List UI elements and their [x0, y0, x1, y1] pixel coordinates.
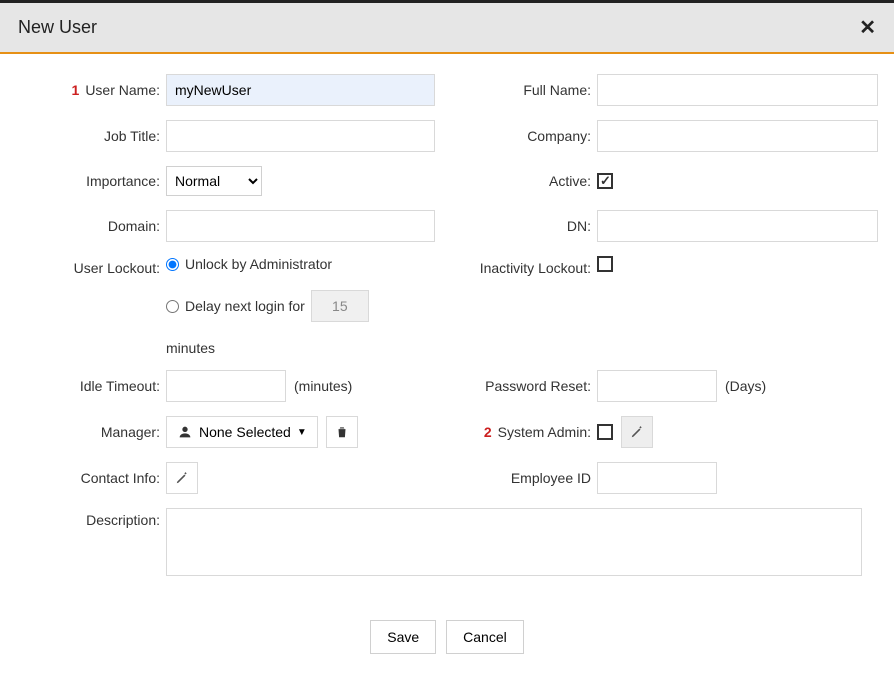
callout-1: 1 [72, 82, 80, 98]
form-area: 1 User Name: Full Name: Job Title: Compa… [0, 54, 894, 600]
delay-minutes-input[interactable] [311, 290, 369, 322]
label-idle-timeout: Idle Timeout: [16, 378, 166, 394]
label-employee-id: Employee ID [447, 470, 597, 486]
delay-login-suffix: minutes [166, 340, 215, 356]
dialog-title: New User [18, 17, 97, 38]
contact-info-edit-button[interactable] [166, 462, 198, 494]
label-importance: Importance: [16, 173, 166, 189]
pencil-icon [630, 425, 644, 439]
dn-input[interactable] [597, 210, 878, 242]
label-user-name: 1 User Name: [16, 82, 166, 98]
unlock-by-admin-label: Unlock by Administrator [185, 256, 332, 272]
password-reset-suffix: (Days) [725, 378, 766, 394]
domain-input[interactable] [166, 210, 435, 242]
caret-down-icon: ▼ [297, 427, 307, 438]
manager-clear-button[interactable] [326, 416, 358, 448]
description-textarea[interactable] [166, 508, 862, 576]
job-title-input[interactable] [166, 120, 435, 152]
close-button[interactable]: ✕ [859, 15, 876, 40]
label-active: Active: [447, 173, 597, 189]
label-password-reset: Password Reset: [447, 378, 597, 394]
label-company: Company: [447, 128, 597, 144]
cancel-button[interactable]: Cancel [446, 620, 524, 654]
importance-select[interactable]: Normal [166, 166, 262, 196]
manager-selected-label: None Selected [199, 424, 291, 440]
label-description: Description: [16, 508, 166, 528]
label-dn: DN: [447, 218, 597, 234]
delay-login-prefix: Delay next login for [185, 298, 305, 314]
user-name-input[interactable] [166, 74, 435, 106]
callout-2: 2 [484, 424, 492, 440]
inactivity-lockout-checkbox[interactable] [597, 256, 613, 272]
company-input[interactable] [597, 120, 878, 152]
label-domain: Domain: [16, 218, 166, 234]
unlock-by-admin-radio[interactable] [166, 258, 179, 271]
trash-icon [335, 425, 349, 439]
label-job-title: Job Title: [16, 128, 166, 144]
label-system-admin: 2 System Admin: [447, 424, 597, 440]
close-icon: ✕ [859, 17, 876, 39]
label-user-lockout: User Lockout: [16, 256, 166, 276]
pencil-icon [175, 471, 189, 485]
idle-timeout-input[interactable] [166, 370, 286, 402]
label-manager: Manager: [16, 424, 166, 440]
label-inactivity-lockout: Inactivity Lockout: [447, 256, 597, 276]
active-checkbox[interactable] [597, 173, 613, 189]
dialog-header: New User ✕ [0, 3, 894, 52]
full-name-input[interactable] [597, 74, 878, 106]
dialog-footer: Save Cancel [0, 600, 894, 674]
system-admin-checkbox[interactable] [597, 424, 613, 440]
delay-login-radio[interactable] [166, 300, 179, 313]
employee-id-input[interactable] [597, 462, 717, 494]
system-admin-edit-button[interactable] [621, 416, 653, 448]
label-contact-info: Contact Info: [16, 470, 166, 486]
label-full-name: Full Name: [447, 82, 597, 98]
person-icon [177, 424, 193, 440]
idle-timeout-suffix: (minutes) [294, 378, 352, 394]
manager-dropdown[interactable]: None Selected ▼ [166, 416, 318, 448]
save-button[interactable]: Save [370, 620, 436, 654]
password-reset-input[interactable] [597, 370, 717, 402]
